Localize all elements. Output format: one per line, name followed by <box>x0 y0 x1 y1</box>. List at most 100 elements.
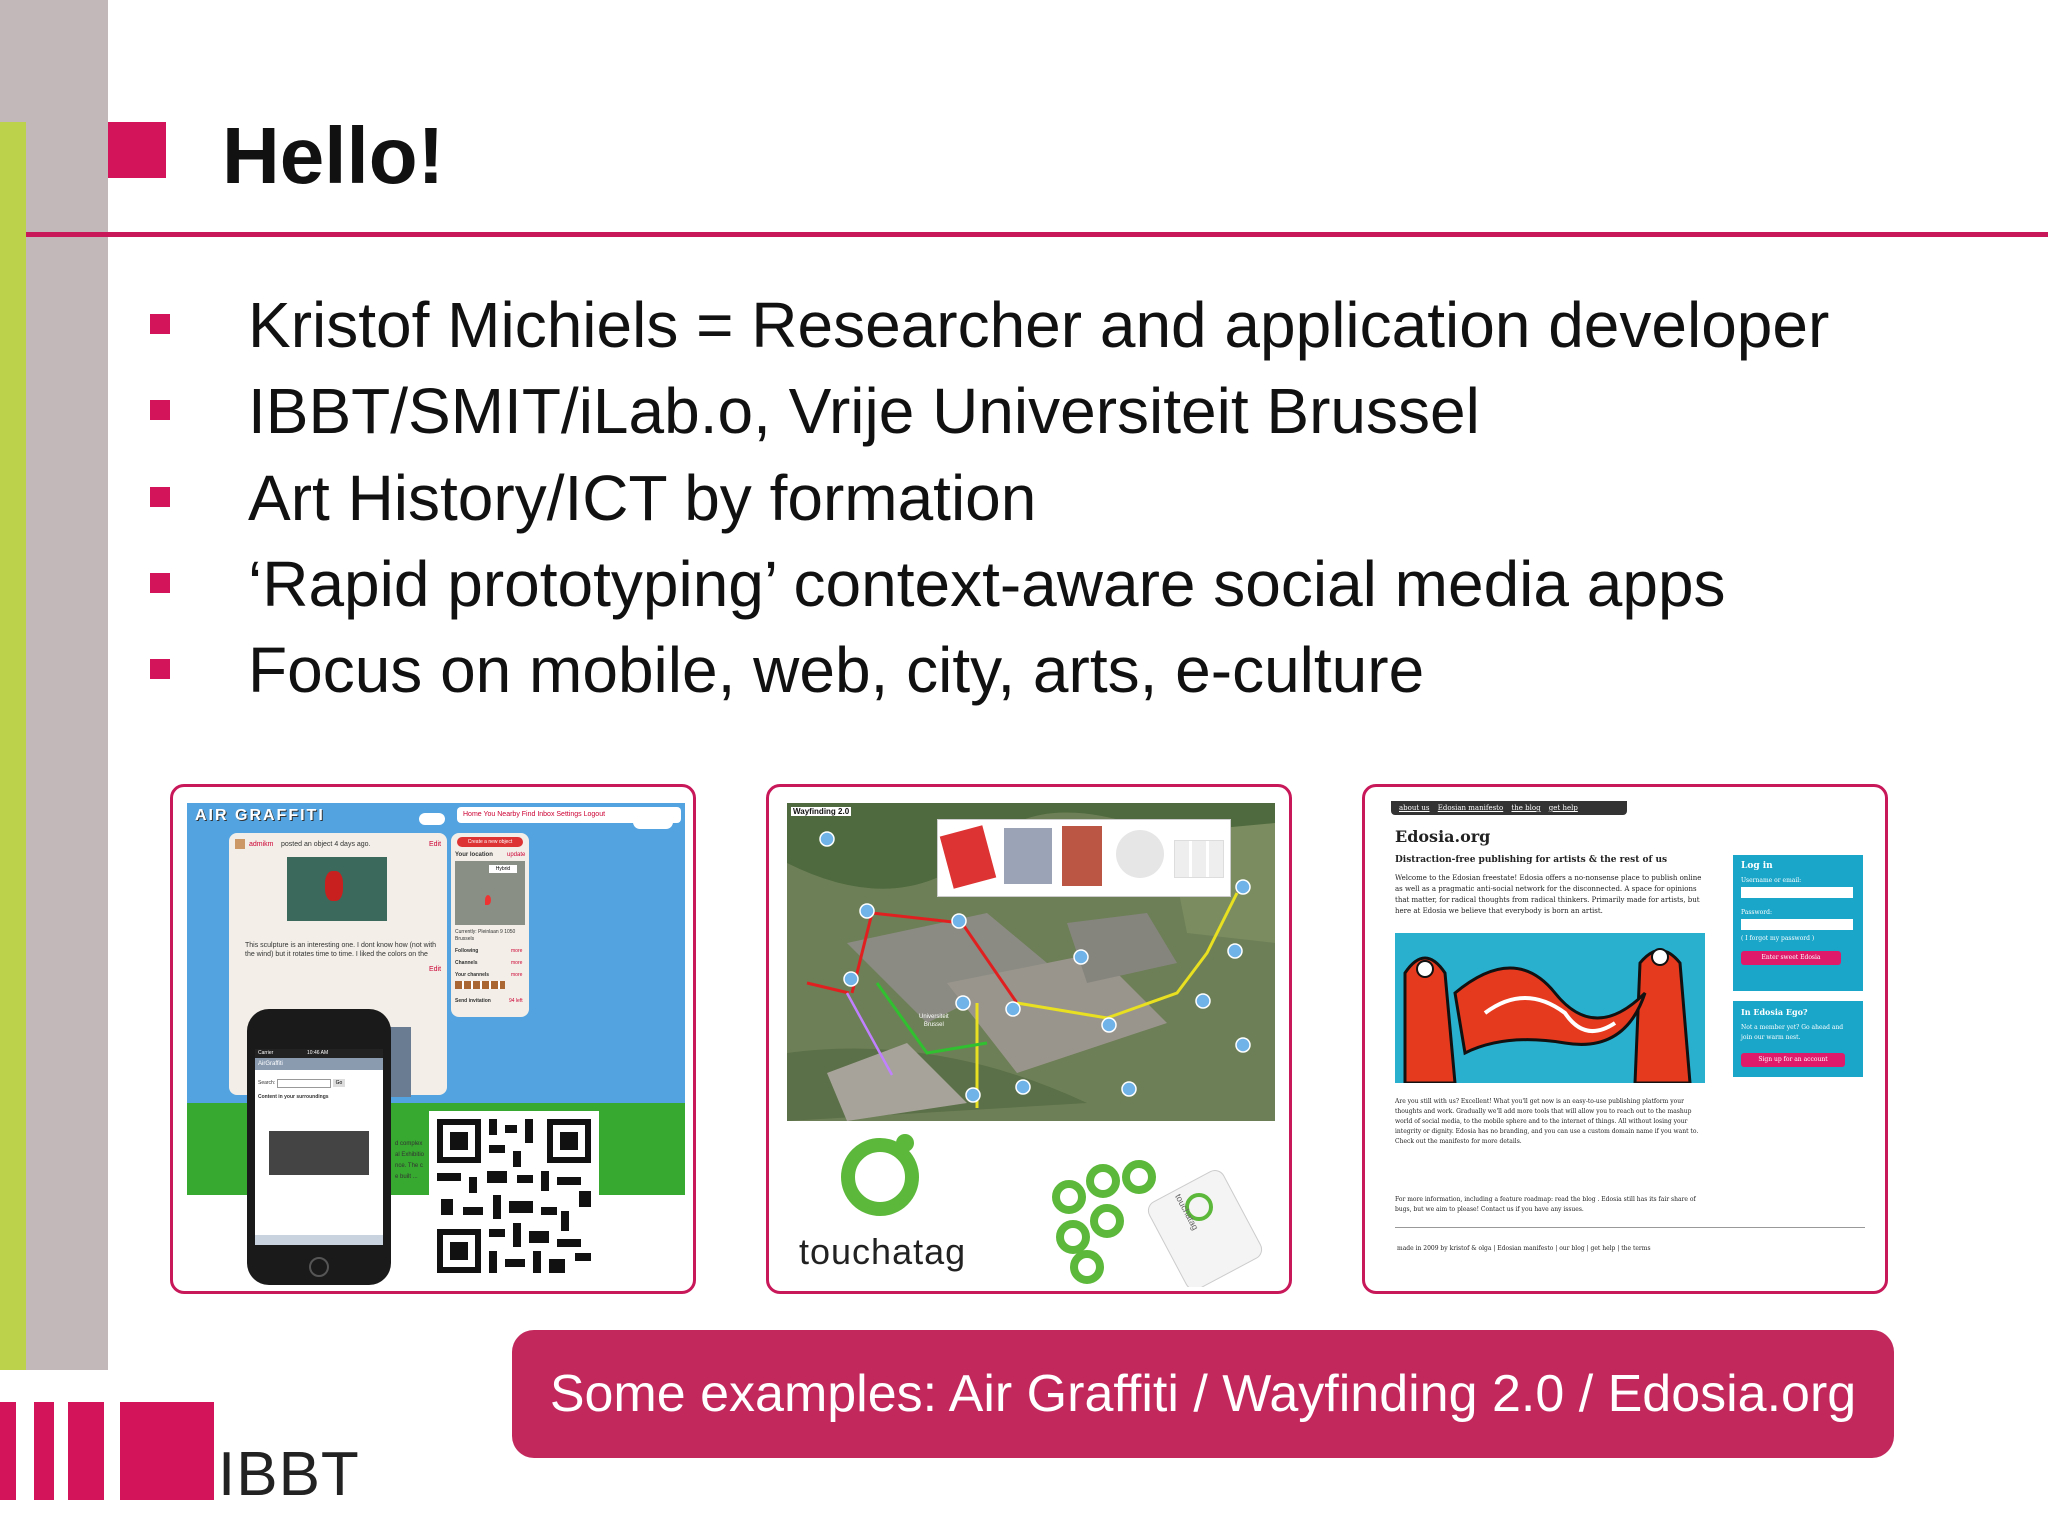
current-location: Currently: Pleinlaan 9 1050 Brussels <box>455 929 516 942</box>
invites-left: 94 left <box>509 998 523 1004</box>
more-link[interactable]: more <box>511 947 522 956</box>
ego-text: Not a member yet? Go ahead and join our … <box>1741 1024 1844 1041</box>
rfid-reader-photo <box>939 825 997 889</box>
logo-bar <box>0 1402 16 1500</box>
edosia-site-title: Edosia.org <box>1395 827 1491 846</box>
login-panel: Log in Username or email: Password: ( I … <box>1733 855 1863 991</box>
bullet-marker <box>150 487 170 507</box>
poster-photo <box>1062 826 1102 886</box>
edosia-nav: about us Edosian manifesto the blog get … <box>1391 801 1627 815</box>
edosia-body: Are you still with us? Excellent! What y… <box>1395 1098 1699 1145</box>
your-channels-link[interactable]: Your channels <box>455 971 489 980</box>
password-input[interactable] <box>1741 919 1853 930</box>
edit-link[interactable]: Edit <box>429 840 441 849</box>
logo-bar <box>34 1402 54 1500</box>
channel-icons[interactable] <box>455 981 505 989</box>
map-type-select[interactable]: Hybrid <box>489 865 517 873</box>
title-divider <box>26 232 2048 237</box>
signup-panel: In Edosia Ego? Not a member yet? Go ahea… <box>1733 1001 1863 1077</box>
air-graffiti-logo: AIR GRAFFITI <box>195 807 325 824</box>
sculpture-photo <box>287 857 387 921</box>
bullet-text: Art History/ICT by formation <box>248 462 1037 534</box>
touchatag-rings-graphic <box>1052 1160 1263 1287</box>
left-green-bar <box>0 122 26 1370</box>
touchatag-brand: touchatag <box>799 1231 967 1272</box>
phone-photo <box>269 1131 369 1175</box>
following-link[interactable]: Following <box>455 947 478 956</box>
devices-inset <box>937 819 1231 897</box>
ibbt-logo-text: IBBT <box>218 1440 360 1509</box>
update-link[interactable]: update <box>507 851 525 860</box>
phone-app-bar: AirGraffiti <box>255 1058 383 1070</box>
phone-status-bar: Carrier 10:46 AM <box>255 1049 383 1058</box>
edosia-screenshot: about us Edosian manifesto the blog get … <box>1362 784 1888 1294</box>
home-button <box>309 1257 329 1277</box>
edit-link[interactable]: Edit <box>429 965 441 974</box>
qr-code-graphic <box>437 1119 591 1273</box>
air-graffiti-screenshot: AIR GRAFFITI Home You Nearby Find Inbox … <box>170 784 696 1294</box>
edosia-intro: Welcome to the Edosian freestate! Edosia… <box>1395 874 1702 915</box>
cloud-decoration <box>633 815 673 829</box>
signup-button[interactable]: Sign up for an account <box>1741 1053 1845 1067</box>
post-meta: posted an object 4 days ago. <box>281 841 371 848</box>
logo-bar <box>68 1402 104 1500</box>
ego-title: In Edosia Ego? <box>1741 1007 1808 1017</box>
footer-divider <box>1395 1227 1865 1228</box>
phone-section-title: Content in your surroundings <box>258 1094 329 1100</box>
wayfinding-title: Wayfinding 2.0 <box>791 807 852 816</box>
bullet-marker <box>150 659 170 679</box>
phone-search-label: Search: <box>258 1080 276 1086</box>
nav-help[interactable]: get help <box>1549 804 1578 812</box>
phone-toolbar[interactable] <box>255 1235 383 1245</box>
wayfinding-screenshot: Wayfinding 2.0 Universiteit Brussel touc… <box>766 784 1292 1294</box>
red-sculpture <box>325 871 343 901</box>
right-sidebar: Create a new object Your location update… <box>451 833 529 1017</box>
logo-bar <box>120 1402 214 1500</box>
carrier-label: Carrier <box>258 1050 274 1056</box>
dome-device-photo <box>1116 830 1164 878</box>
channels-link[interactable]: Channels <box>455 959 478 968</box>
touchatag-logo-icon <box>835 1129 925 1219</box>
map-label: Universiteit Brussel <box>919 1014 949 1028</box>
edosia-footer[interactable]: made in 2009 by kristof & olga | Edosian… <box>1397 1245 1651 1252</box>
edosia-subtitle: Distraction-free publishing for artists … <box>1395 855 1668 865</box>
password-label: Password: <box>1741 909 1772 916</box>
edosia-illustration <box>1395 933 1705 1083</box>
location-label: Your location <box>455 852 493 858</box>
avatar <box>235 839 245 849</box>
more-link[interactable]: more <box>511 959 522 968</box>
map-pin-icon <box>485 895 491 905</box>
qr-code <box>429 1111 599 1281</box>
enter-button[interactable]: Enter sweet Edosia <box>1741 951 1841 965</box>
forgot-password-link[interactable]: ( I forgot my password ) <box>1741 935 1814 942</box>
bullet-text: Kristof Michiels = Researcher and applic… <box>248 289 1830 361</box>
more-link[interactable]: more <box>511 971 522 980</box>
title-marker-square <box>108 122 166 178</box>
caption-text: Some examples: Air Graffiti / Wayfinding… <box>549 1365 1857 1423</box>
slide-title: Hello! <box>222 111 445 200</box>
edosia-info: For more information, including a featur… <box>1395 1196 1696 1213</box>
tags-photo <box>1174 840 1224 878</box>
username-label: Username or email: <box>1741 877 1802 884</box>
bullet-marker <box>150 314 170 334</box>
nav-manifesto[interactable]: Edosian manifesto <box>1438 804 1503 812</box>
location-map[interactable]: Hybrid <box>455 861 525 925</box>
username-input[interactable] <box>1741 887 1853 898</box>
post-author-link[interactable]: admikm <box>249 840 274 849</box>
send-invitation-link[interactable]: Send invitation <box>455 997 491 1006</box>
phone-time: 10:46 AM <box>307 1050 329 1056</box>
bullet-text: Focus on mobile, web, city, arts, e-cult… <box>248 634 1425 706</box>
phone-search-input[interactable] <box>277 1079 331 1088</box>
bullet-text: IBBT/SMIT/iLab.o, Vrije Universiteit Bru… <box>248 375 1480 447</box>
nav-about[interactable]: about us <box>1399 804 1430 812</box>
phone-go-button[interactable]: Go <box>333 1079 345 1087</box>
create-object-button[interactable]: Create a new object <box>457 837 523 847</box>
bullet-text: ‘Rapid prototyping’ context-aware social… <box>248 548 1726 620</box>
nav-blog[interactable]: the blog <box>1511 804 1540 812</box>
bullet-marker <box>150 400 170 420</box>
bullet-marker <box>150 573 170 593</box>
iphone-screen: Carrier 10:46 AM AirGraffiti Search: Go … <box>255 1049 383 1245</box>
iphone-device: Carrier 10:46 AM AirGraffiti Search: Go … <box>247 1009 391 1285</box>
cloud-decoration <box>419 813 445 825</box>
login-title: Log in <box>1741 861 1773 871</box>
